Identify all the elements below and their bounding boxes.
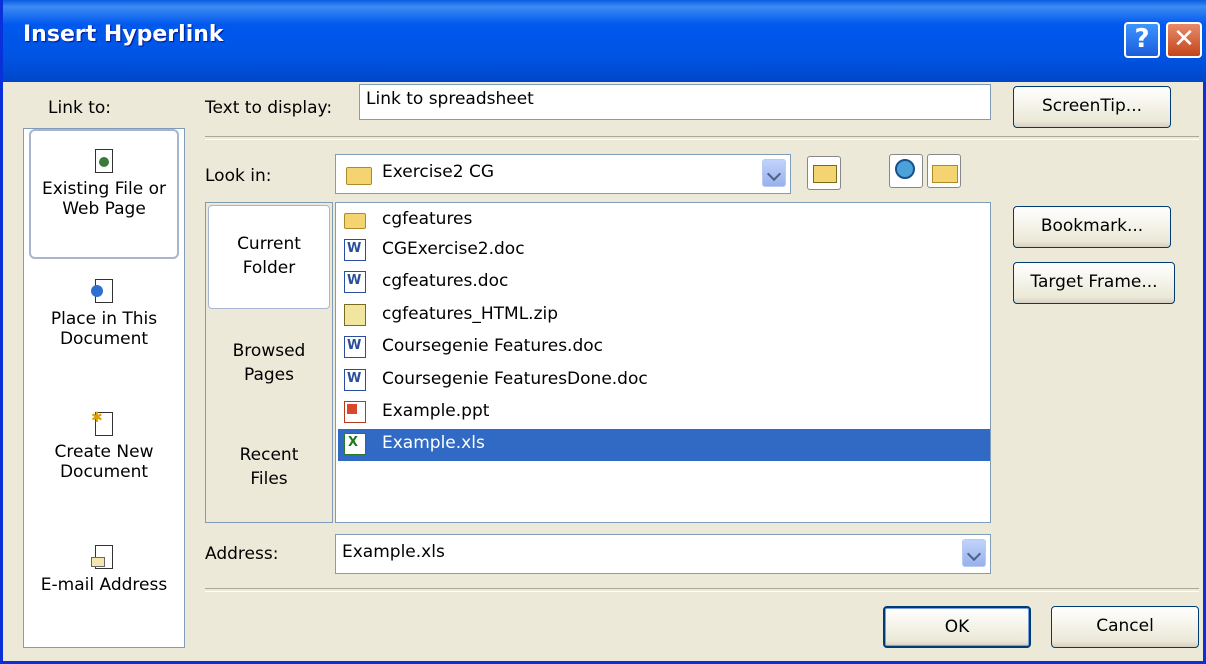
look-in-combobox[interactable]: Exercise2 CG [335,154,791,194]
powerpoint-icon [344,401,366,423]
bottom-separator [205,588,1199,592]
link-to-place-in-document[interactable]: Place in This Document [24,279,184,389]
file-row[interactable]: Example.ppt [338,397,990,427]
address-label: Address: [205,544,279,564]
address-value: Example.xls [342,542,445,562]
file-name: Example.ppt [382,401,490,421]
look-in-value: Exercise2 CG [382,162,495,182]
link-to-place-line1: Place in This [50,309,158,329]
place-current-line1: Current [237,234,301,254]
word-document-icon [344,369,366,391]
link-to-email-line1: E-mail Address [40,575,168,595]
ok-button[interactable]: OK [883,606,1031,648]
file-name: Coursegenie FeaturesDone.doc [382,369,648,389]
file-name: cgfeatures.doc [382,271,509,291]
file-row[interactable]: cgfeatures [338,205,990,235]
place-browsed-line2: Pages [243,365,294,385]
link-to-bar: Existing File or Web Page Place in This … [23,128,185,648]
browse-web-button[interactable] [889,154,923,188]
file-row[interactable]: Coursegenie FeaturesDone.doc [338,365,990,395]
file-name: Example.xls [382,433,485,453]
place-current-folder[interactable]: Current Folder [208,205,330,309]
file-row[interactable]: cgfeatures.doc [338,267,990,297]
insert-hyperlink-dialog: Insert Hyperlink ? ✕ Link to: Existing F… [0,0,1206,664]
file-row[interactable]: CGExercise2.doc [338,235,990,265]
file-name: CGExercise2.doc [382,239,525,259]
place-recent-files[interactable]: Recent Files [206,443,332,513]
link-to-email-address[interactable]: E-mail Address [24,545,184,635]
place-browsed-pages[interactable]: Browsed Pages [206,339,332,409]
word-document-icon [344,336,366,358]
address-combobox[interactable]: Example.xls [335,534,991,574]
help-button[interactable]: ? [1124,22,1160,58]
dialog-title: Insert Hyperlink [23,22,224,47]
up-folder-icon [813,165,837,183]
link-to-existing-file[interactable]: Existing File or Web Page [29,129,179,259]
open-folder-icon [932,165,958,183]
folder-icon [346,167,372,185]
folder-icon [344,213,366,229]
place-in-document-icon [91,279,117,305]
link-to-label: Link to: [48,98,112,118]
screentip-button[interactable]: ScreenTip... [1013,86,1171,128]
place-recent-line2: Files [250,469,288,489]
close-button[interactable]: ✕ [1166,22,1202,58]
file-name: Coursegenie Features.doc [382,336,603,356]
look-in-label: Look in: [205,166,272,186]
place-current-line2: Folder [242,258,296,278]
word-document-icon [344,239,366,261]
zip-archive-icon [344,304,366,326]
top-separator [205,136,1199,140]
bookmark-button[interactable]: Bookmark... [1013,206,1171,248]
link-to-create-line2: Document [59,462,149,482]
text-to-display-label: Text to display: [205,98,333,118]
cancel-button[interactable]: Cancel [1051,606,1199,648]
word-document-icon [344,271,366,293]
file-name: cgfeatures_HTML.zip [382,304,559,324]
existing-file-icon [91,149,117,175]
email-address-icon [91,545,117,571]
place-browsed-line1: Browsed [232,341,306,361]
file-row-selected[interactable]: Example.xls [338,429,990,461]
link-to-place-line2: Document [59,329,149,349]
file-row[interactable]: cgfeatures_HTML.zip [338,300,990,330]
text-to-display-input[interactable]: Link to spreadsheet [359,84,991,120]
excel-icon [344,433,366,455]
title-bar[interactable]: Insert Hyperlink ? ✕ [3,0,1206,82]
browse-web-icon [895,159,915,179]
place-recent-line1: Recent [239,445,299,465]
link-to-create-new-document[interactable]: ✱ Create New Document [24,410,184,522]
file-list[interactable]: cgfeatures CGExercise2.doc cgfeatures.do… [335,202,991,523]
dialog-body: Link to: Existing File or Web Page Place… [3,82,1203,664]
places-bar: Current Folder Browsed Pages Recent File… [205,202,333,523]
file-name: cgfeatures [382,209,473,229]
browse-file-button[interactable] [927,154,961,188]
address-dropdown-arrow[interactable] [962,539,986,567]
link-to-create-line1: Create New [54,442,154,462]
create-new-document-icon: ✱ [91,410,117,438]
target-frame-button[interactable]: Target Frame... [1013,262,1175,304]
link-to-existing-file-line1: Existing File or [42,179,166,199]
look-in-dropdown-arrow[interactable] [762,159,786,187]
file-row[interactable]: Coursegenie Features.doc [338,332,990,362]
link-to-existing-file-line2: Web Page [62,199,146,219]
up-one-folder-button[interactable] [807,156,841,190]
